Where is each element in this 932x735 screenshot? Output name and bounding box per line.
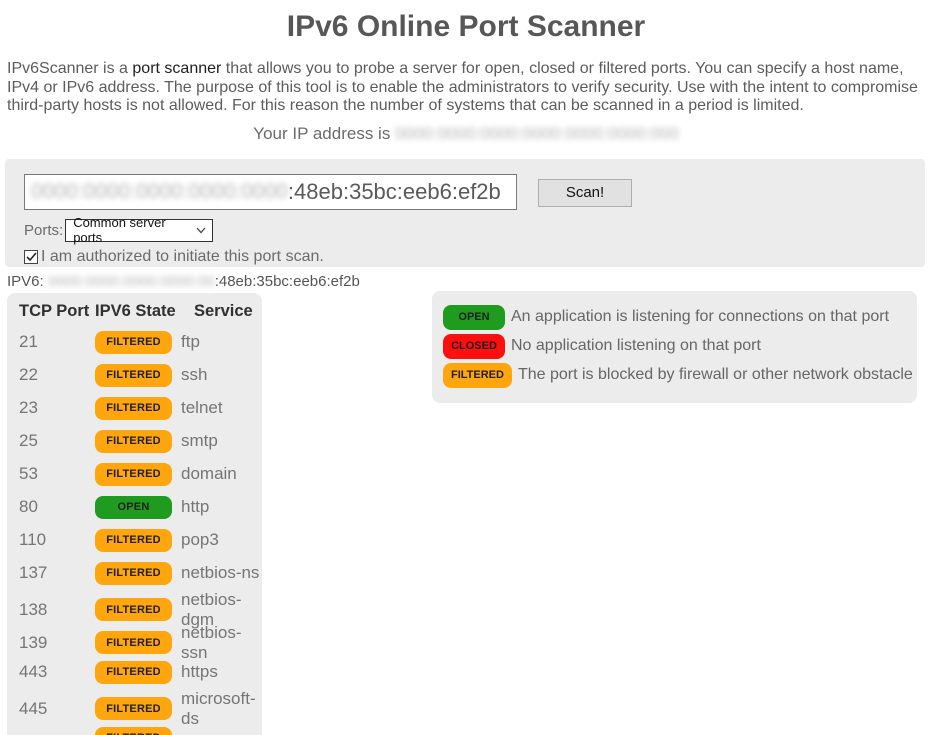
state-badge: FILTERED xyxy=(95,598,172,621)
scan-form-panel: 0000:0000:0000:0000:0000:48eb:35bc:eeb6:… xyxy=(5,159,925,267)
service-name: http xyxy=(181,497,262,517)
legend-item: CLOSED No application listening on that p… xyxy=(443,332,917,361)
scanned-ipv6-visible: :48eb:35bc:eeb6:ef2b xyxy=(215,273,360,290)
page-title: IPv6 Online Port Scanner xyxy=(0,10,932,44)
legend-state-badge: CLOSED xyxy=(443,334,505,359)
port-number: 21 xyxy=(19,332,95,352)
header-ipv6-state: IPV6 State xyxy=(95,302,181,321)
your-ip-line: Your IP address is 0000:0000:0000:0000:0… xyxy=(0,124,932,144)
status-legend: OPEN An application is listening for conn… xyxy=(432,291,917,403)
service-name: ssh xyxy=(181,365,262,385)
scanned-ipv6-line: IPV6: 0000:0000:0000:0000:00:48eb:35bc:e… xyxy=(7,273,932,290)
host-address-redacted: 0000:0000:0000:0000:0000 xyxy=(31,180,288,204)
service-name: netbios-ssn xyxy=(181,623,262,663)
legend-description: An application is listening for connecti… xyxy=(511,308,889,326)
state-badge: FILTERED xyxy=(95,529,172,552)
state-badge: FILTERED xyxy=(95,364,172,387)
port-number: 137 xyxy=(19,563,95,583)
service-name: microsoft-ds xyxy=(181,689,262,729)
scanned-ipv6-redacted: 0000:0000:0000:0000:00 xyxy=(48,273,215,290)
header-service: Service xyxy=(181,302,262,321)
intro-text-before: IPv6Scanner is a xyxy=(7,60,132,77)
table-row: 137FILTERED netbios-ns xyxy=(7,557,262,590)
port-number: 53 xyxy=(19,464,95,484)
port-number: 22 xyxy=(19,365,95,385)
legend-state-badge: OPEN xyxy=(443,305,505,330)
service-name: smtp xyxy=(181,431,262,451)
port-number: 443 xyxy=(19,662,95,682)
port-number: 80 xyxy=(19,497,95,517)
state-badge: FILTERED xyxy=(95,397,172,420)
table-row: 138FILTEREDnetbios-dgm xyxy=(7,590,262,623)
service-name: netbios-ns xyxy=(181,563,262,583)
state-badge: FILTERED xyxy=(95,331,172,354)
port-number: 445 xyxy=(19,699,95,719)
state-badge: FILTERED xyxy=(95,430,172,453)
port-results-table: TCP Port IPV6 State Service 21FILTEREDft… xyxy=(7,293,262,735)
authorized-checkbox-label: I am authorized to initiate this port sc… xyxy=(41,248,324,266)
your-ip-label: Your IP address is xyxy=(253,124,390,143)
port-number: 110 xyxy=(19,530,95,550)
legend-description: No application listening on that port xyxy=(511,337,761,355)
service-name: ftp xyxy=(181,332,262,352)
table-row: 25FILTERED smtp xyxy=(7,425,262,458)
your-ip-redacted-value: 0000:0000:0000:0000:0000:0000:000 xyxy=(395,124,679,143)
state-badge: FILTERED xyxy=(95,697,172,720)
table-header-row: TCP Port IPV6 State Service xyxy=(7,293,262,326)
state-badge: FILTERED xyxy=(95,562,172,585)
service-name: pop3 xyxy=(181,530,262,550)
legend-item: FILTERED The port is blocked by firewall … xyxy=(443,361,917,390)
table-row: 53FILTERED domain xyxy=(7,458,262,491)
port-scanner-link[interactable]: port scanner xyxy=(132,60,221,77)
table-row: 80OPEN http xyxy=(7,491,262,524)
service-name: telnet xyxy=(181,398,262,418)
port-number: 23 xyxy=(19,398,95,418)
ports-select-value: Common server ports xyxy=(73,215,196,245)
header-tcp-port: TCP Port xyxy=(19,302,95,321)
service-name: domain xyxy=(181,464,262,484)
port-number: 25 xyxy=(19,431,95,451)
ports-select[interactable]: Common server ports xyxy=(65,219,213,242)
port-number: 139 xyxy=(19,633,95,653)
table-row: 110FILTERED pop3 xyxy=(7,524,262,557)
table-row: 23FILTERED telnet xyxy=(7,392,262,425)
service-name: https xyxy=(181,662,262,682)
host-address-input[interactable]: 0000:0000:0000:0000:0000:48eb:35bc:eeb6:… xyxy=(24,174,517,210)
state-badge: OPEN xyxy=(95,496,172,519)
authorized-checkbox[interactable] xyxy=(24,250,38,264)
ports-label: Ports: xyxy=(24,222,63,239)
intro-paragraph: IPv6Scanner is a port scanner that allow… xyxy=(7,60,924,116)
port-table-body: 21FILTEREDftp22FILTEREDssh23FILTEREDteln… xyxy=(7,326,262,735)
state-badge: FILTERED xyxy=(95,463,172,486)
chevron-down-icon xyxy=(196,227,206,234)
state-badge: FILTERED xyxy=(95,631,172,654)
scanned-ipv6-label: IPV6: xyxy=(7,273,44,290)
table-row: 139FILTEREDnetbios-ssn xyxy=(7,623,262,656)
legend-item: OPEN An application is listening for conn… xyxy=(443,303,917,332)
checkmark-icon xyxy=(26,252,37,262)
port-number: 138 xyxy=(19,600,95,620)
table-row: 22FILTERED ssh xyxy=(7,359,262,392)
table-row: 21FILTERED ftp xyxy=(7,326,262,359)
scan-button[interactable]: Scan! xyxy=(538,179,632,207)
legend-state-badge: FILTERED xyxy=(443,363,512,388)
table-row: 445FILTEREDmicrosoft-ds xyxy=(7,689,262,722)
host-address-visible: :48eb:35bc:eeb6:ef2b xyxy=(288,179,501,205)
state-badge: FILTERED xyxy=(95,661,172,684)
state-badge: FILTERED xyxy=(95,727,172,735)
legend-description: The port is blocked by firewall or other… xyxy=(518,366,913,384)
